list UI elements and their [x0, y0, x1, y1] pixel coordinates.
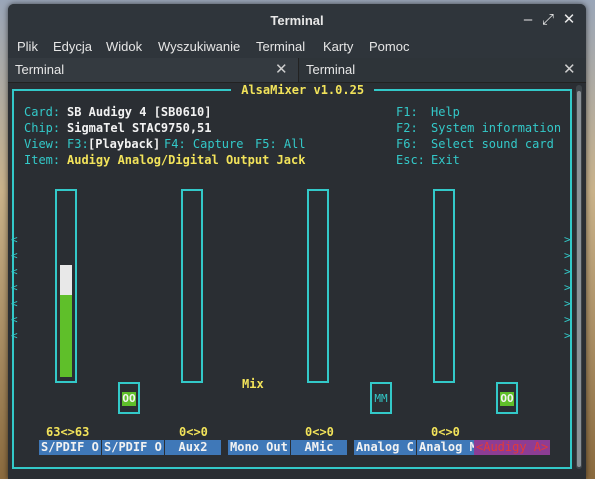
close-tab-icon[interactable]: ✕ [275, 60, 288, 78]
help-key-f6: F6: [396, 137, 418, 151]
scroll-left-arrow-icon[interactable]: < [11, 282, 18, 294]
title-bar[interactable]: Terminal – ⤢ ✕ [8, 4, 586, 36]
tab-bar: Terminal ✕ Terminal ✕ [8, 58, 586, 83]
channel-amic[interactable]: AMic [291, 440, 347, 455]
help-text-f6: Select sound card [431, 137, 554, 151]
help-text-f2: System information [431, 121, 562, 135]
scroll-right-arrow-icon[interactable]: > [564, 234, 571, 246]
volume-bar-aux2[interactable] [181, 189, 203, 383]
channel-audigy-selected[interactable]: <Audigy A> [474, 440, 551, 455]
menu-wyszukiwanie[interactable]: Wyszukiwanie [158, 39, 240, 54]
terminal-content[interactable]: AlsaMixer v1.0.25 Card: SB Audigy 4 [SB0… [8, 83, 586, 479]
help-key-f1: F1: [396, 105, 418, 119]
item-value: Audigy Analog/Digital Output Jack [67, 153, 306, 167]
view-label: View: [24, 137, 61, 151]
scroll-left-arrow-icon[interactable]: < [11, 298, 18, 310]
volume-peak [60, 265, 72, 295]
tab-label: Terminal [15, 62, 65, 77]
menu-bar: Plik Edycja Widok Wyszukiwanie Terminal … [8, 36, 586, 58]
volume-bar-analog-m[interactable] [433, 189, 455, 383]
scroll-right-arrow-icon[interactable]: > [564, 314, 571, 326]
menu-widok[interactable]: Widok [106, 39, 142, 54]
window-title: Terminal [270, 13, 324, 28]
switch-analog-c[interactable]: MM [370, 382, 392, 414]
view-capture[interactable]: F4: Capture [164, 137, 243, 152]
switch-state: MM [374, 392, 388, 405]
scroll-left-arrow-icon[interactable]: < [11, 266, 18, 278]
chip-value: SigmaTel STAC9750,51 [67, 121, 212, 135]
switch-state: OO [122, 392, 136, 406]
alsamixer-title: AlsaMixer v1.0.25 [231, 83, 375, 98]
scrollbar-thumb[interactable] [577, 91, 581, 467]
volume-bar-spdif[interactable] [55, 189, 77, 383]
menu-terminal[interactable]: Terminal [256, 39, 305, 54]
volume-level [60, 295, 72, 377]
channel-analog-m[interactable]: Analog M [417, 440, 479, 455]
close-tab-icon[interactable]: ✕ [563, 60, 576, 78]
close-icon[interactable]: ✕ [561, 12, 577, 28]
help-text-f1: Help [431, 105, 460, 119]
channel-mono-out[interactable]: Mono Out [228, 440, 290, 455]
channel-aux2[interactable]: Aux2 [165, 440, 221, 455]
menu-edycja[interactable]: Edycja [53, 39, 92, 54]
chip-label: Chip: [24, 121, 61, 135]
tab-terminal-1[interactable]: Terminal ✕ [8, 58, 299, 82]
scroll-right-arrow-icon[interactable]: > [564, 330, 571, 342]
scroll-left-arrow-icon[interactable]: < [11, 234, 18, 246]
scroll-right-arrow-icon[interactable]: > [564, 250, 571, 262]
volume-bar-amic[interactable] [307, 189, 329, 383]
scroll-left-arrow-icon[interactable]: < [11, 330, 18, 342]
scroll-left-arrow-icon[interactable]: < [11, 314, 18, 326]
channel-spdif-out-1[interactable]: S/PDIF O [39, 440, 101, 455]
terminal-window: Terminal – ⤢ ✕ Plik Edycja Widok Wyszuki… [8, 4, 586, 479]
tab-label: Terminal [306, 62, 356, 77]
card-label: Card: [24, 105, 61, 119]
level-spdif: 63<>63 [46, 425, 90, 439]
level-analog-m: 0<>0 [431, 425, 460, 439]
minimize-icon[interactable]: – [520, 12, 536, 28]
menu-plik[interactable]: Plik [17, 39, 38, 54]
switch-spdif-out[interactable]: OO [118, 382, 140, 414]
help-key-f2: F2: [396, 121, 418, 135]
scroll-right-arrow-icon[interactable]: > [564, 298, 571, 310]
level-aux2: 0<>0 [179, 425, 208, 439]
level-amic: 0<>0 [305, 425, 334, 439]
switch-audigy[interactable]: OO [496, 382, 518, 414]
view-all[interactable]: F5: All [255, 137, 306, 152]
tab-terminal-2[interactable]: Terminal ✕ [299, 58, 586, 82]
maximize-icon[interactable]: ⤢ [540, 12, 556, 28]
scroll-left-arrow-icon[interactable]: < [11, 250, 18, 262]
help-key-esc: Esc: [396, 153, 425, 167]
channel-analog-c[interactable]: Analog C [354, 440, 416, 455]
channel-spdif-out-2[interactable]: S/PDIF O [102, 440, 164, 455]
item-label: Item: [24, 153, 61, 167]
menu-karty[interactable]: Karty [323, 39, 353, 54]
scroll-right-arrow-icon[interactable]: > [564, 282, 571, 294]
menu-pomoc[interactable]: Pomoc [369, 39, 409, 54]
mix-label: Mix [242, 377, 264, 391]
card-value: SB Audigy 4 [SB0610] [67, 105, 212, 119]
scroll-right-arrow-icon[interactable]: > [564, 266, 571, 278]
view-f3: F3: [67, 137, 89, 151]
help-text-esc: Exit [431, 153, 460, 167]
switch-state: OO [500, 392, 514, 406]
view-playback[interactable]: [Playback] [88, 137, 160, 152]
